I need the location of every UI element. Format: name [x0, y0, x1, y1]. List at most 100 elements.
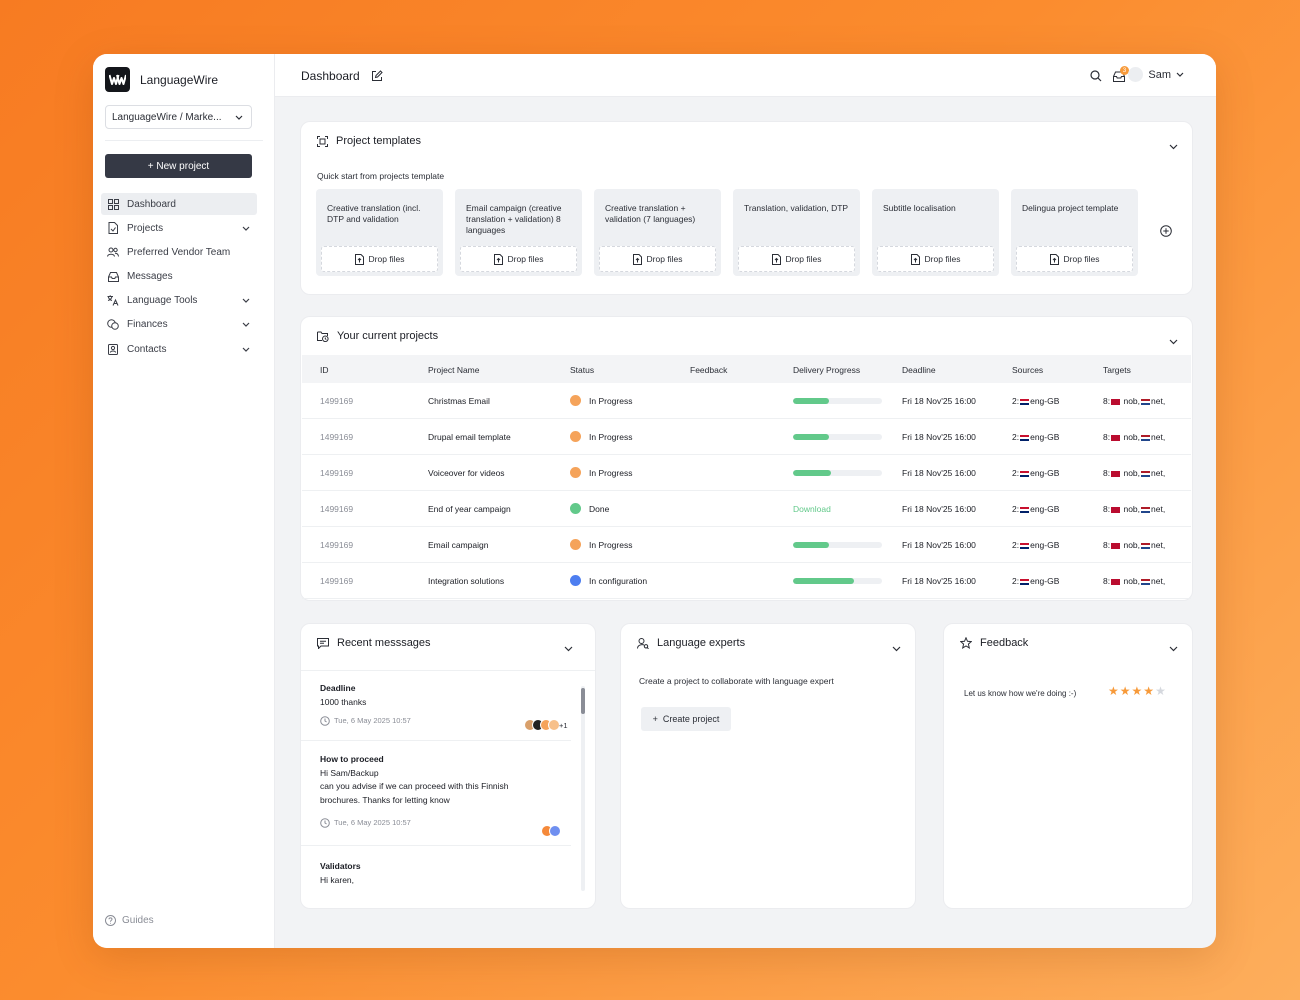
table-row[interactable]: 1499169 Email campaign In Progress Fri 18 N…: [302, 527, 1191, 563]
collapse-chevron-icon[interactable]: [1169, 332, 1178, 350]
project-sources: 2: eng-GB: [1012, 576, 1059, 586]
edit-icon[interactable]: [371, 69, 383, 87]
star-filled-icon[interactable]: ★: [1143, 685, 1154, 697]
column-header-sources[interactable]: Sources: [1012, 365, 1043, 375]
message-body: can you advise if we can proceed with th…: [320, 781, 509, 792]
sidebar-item-preferred-vendor-team[interactable]: Preferred Vendor Team: [101, 241, 257, 263]
template-card[interactable]: Creative translation (incl. DTP and vali…: [316, 189, 443, 276]
star-filled-icon[interactable]: ★: [1120, 685, 1131, 697]
template-name: Creative translation (incl. DTP and vali…: [327, 203, 421, 225]
column-header-id[interactable]: ID: [320, 365, 329, 375]
project-name[interactable]: Voiceover for videos: [428, 468, 505, 478]
message-item[interactable]: Validators Hi karen,: [320, 860, 570, 887]
plus-icon: +: [652, 714, 658, 724]
project-name[interactable]: Integration solutions: [428, 576, 504, 586]
template-card[interactable]: Translation, validation, DTP Drop files: [733, 189, 860, 276]
target-language: net,: [1151, 396, 1166, 406]
message-title: Deadline: [320, 683, 356, 693]
drop-files-zone[interactable]: Drop files: [460, 246, 577, 272]
project-targets: 8: nob, net,: [1103, 576, 1165, 586]
template-card[interactable]: Delingua project template Drop files: [1011, 189, 1138, 276]
collapse-chevron-icon[interactable]: [1169, 137, 1178, 155]
progress-fill: [793, 434, 830, 440]
templates-row: Creative translation (incl. DTP and vali…: [316, 189, 1138, 276]
table-row[interactable]: 1499169 Drupal email template In Progress F…: [302, 419, 1191, 455]
collapse-chevron-icon[interactable]: [1169, 639, 1178, 657]
feedback-card: Feedback Let us know how we're doing :-)…: [943, 623, 1193, 909]
collapse-chevron-icon[interactable]: [564, 639, 573, 657]
drop-files-zone[interactable]: Drop files: [877, 246, 994, 272]
progress-fill: [793, 470, 832, 476]
drop-files-zone[interactable]: Drop files: [1016, 246, 1133, 272]
column-header-project-name[interactable]: Project Name: [428, 365, 480, 375]
file-upload-icon: [771, 253, 781, 265]
project-name[interactable]: Drupal email template: [428, 432, 511, 442]
avatar: [1128, 67, 1144, 82]
sidebar-item-finances[interactable]: Finances: [101, 314, 257, 336]
translate-icon: [107, 295, 119, 307]
project-name[interactable]: Christmas Email: [428, 396, 490, 406]
star-empty-icon[interactable]: ★: [1155, 685, 1166, 697]
participant-avatars[interactable]: [541, 825, 561, 837]
participant-avatars[interactable]: [524, 719, 560, 731]
chevron-down-icon[interactable]: [241, 223, 251, 233]
account-select-value: LanguageWire / Marke...: [112, 111, 222, 123]
drop-files-zone[interactable]: Drop files: [321, 246, 438, 272]
chevron-down-icon[interactable]: [241, 320, 251, 330]
sidebar-item-language-tools[interactable]: Language Tools: [101, 290, 257, 312]
guides-link[interactable]: Guides: [105, 915, 154, 926]
scrollbar-thumb[interactable]: [581, 688, 585, 714]
experts-description: Create a project to collaborate with lan…: [639, 676, 834, 686]
flag-gb-icon: [1020, 506, 1030, 513]
message-item[interactable]: How to proceed Hi Sam/Backup can you adv…: [320, 753, 570, 829]
chevron-down-icon[interactable]: [241, 344, 251, 354]
template-card[interactable]: Subtitle localisation Drop files: [872, 189, 999, 276]
create-project-button[interactable]: + Create project: [641, 707, 731, 731]
template-card[interactable]: Email campaign (creative translation + v…: [455, 189, 582, 276]
star-filled-icon[interactable]: ★: [1108, 685, 1119, 697]
column-header-deadline[interactable]: Deadline: [902, 365, 936, 375]
template-card[interactable]: Creative translation + validation (7 lan…: [594, 189, 721, 276]
table-row[interactable]: 1499169 Voiceover for videos In Progress Fr…: [302, 455, 1191, 491]
message-body: 1000 thanks: [320, 696, 367, 707]
chevron-down-icon[interactable]: [241, 296, 251, 306]
star-rating[interactable]: ★ ★ ★ ★ ★: [1108, 685, 1166, 697]
table-row[interactable]: 1499169 End of year campaign Done Download F…: [302, 491, 1191, 527]
search-icon[interactable]: [1090, 69, 1102, 87]
sidebar-item-dashboard[interactable]: Dashboard: [101, 193, 257, 215]
page-title: Dashboard: [301, 69, 360, 83]
project-id: 1499169: [320, 504, 354, 514]
topbar: Dashboard 3 Sam: [275, 54, 1216, 97]
column-header-feedback[interactable]: Feedback: [690, 365, 727, 375]
flag-nl-icon: [1141, 506, 1151, 513]
project-deadline: Fri 18 Nov'25 16:00: [902, 504, 976, 514]
targets-count: 8:: [1103, 540, 1111, 550]
column-header-status[interactable]: Status: [570, 365, 594, 375]
table-row[interactable]: 1499169 Christmas Email In Progress Fri 18 …: [302, 383, 1191, 419]
project-name[interactable]: End of year campaign: [428, 504, 511, 514]
account-select[interactable]: LanguageWire / Marke...: [105, 105, 252, 129]
table-row[interactable]: 1499169 Integration solutions In configura…: [302, 563, 1191, 599]
download-link[interactable]: Download: [793, 504, 831, 514]
collapse-chevron-icon[interactable]: [892, 639, 901, 657]
drop-files-zone[interactable]: Drop files: [599, 246, 716, 272]
user-menu[interactable]: Sam: [1128, 67, 1184, 82]
targets-count: 8:: [1103, 432, 1111, 442]
project-targets: 8: nob, net,: [1103, 396, 1165, 406]
sidebar-item-contacts[interactable]: Contacts: [101, 338, 257, 360]
flag-no-icon: [1111, 434, 1121, 441]
targets-count: 8:: [1103, 504, 1111, 514]
column-header-delivery-progress[interactable]: Delivery Progress: [793, 365, 860, 375]
sidebar-item-projects[interactable]: Projects: [101, 217, 257, 239]
new-project-button[interactable]: + New project: [105, 154, 252, 178]
drop-files-label: Drop files: [1063, 254, 1100, 264]
drop-files-label: Drop files: [646, 254, 683, 264]
star-filled-icon[interactable]: ★: [1132, 685, 1143, 697]
messages-scrollbar[interactable]: [581, 686, 585, 891]
drop-files-zone[interactable]: Drop files: [738, 246, 855, 272]
project-name[interactable]: Email campaign: [428, 540, 488, 550]
column-header-targets[interactable]: Targets: [1103, 365, 1131, 375]
add-template-icon[interactable]: [1160, 224, 1172, 242]
brand[interactable]: LanguageWire: [105, 67, 218, 92]
sidebar-item-messages[interactable]: Messages: [101, 266, 257, 288]
